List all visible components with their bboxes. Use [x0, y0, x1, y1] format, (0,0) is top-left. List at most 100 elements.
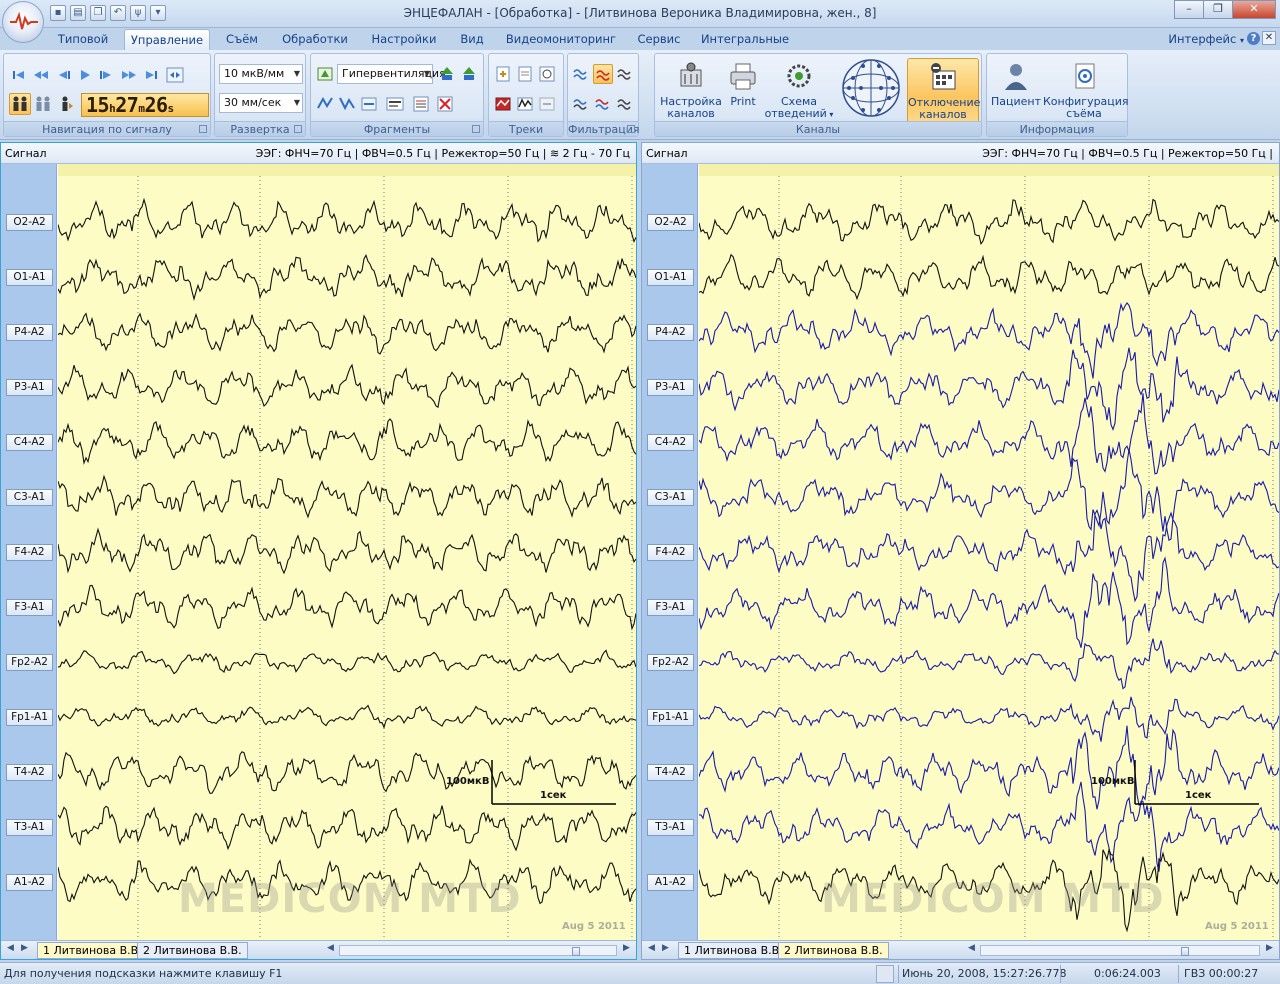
record-tab-1[interactable]: 1 Литвинова В.В. — [678, 942, 789, 959]
channel-label-o2-a2[interactable]: O2-A2 — [647, 214, 694, 231]
tab-control[interactable]: Управление — [124, 29, 210, 50]
group-persons-icon[interactable] — [9, 93, 31, 115]
arrow-right-icon[interactable]: ▶ — [21, 943, 28, 953]
goto-start-icon[interactable] — [9, 65, 29, 85]
electrode-map-button[interactable] — [839, 56, 903, 120]
filter-notch-icon[interactable] — [593, 94, 613, 114]
filter-highpass-icon[interactable] — [615, 64, 635, 84]
maximize-button[interactable]: ❐ — [1203, 0, 1233, 19]
channel-setup-button[interactable]: Настройка каналов — [659, 58, 723, 124]
tab-typical[interactable]: Типовой — [48, 29, 118, 50]
tab-integral[interactable]: Интегральные — [696, 29, 794, 50]
prev-fragment-icon[interactable] — [437, 64, 457, 84]
track-audio-icon[interactable] — [537, 64, 557, 84]
channel-label-fp1-a1[interactable]: Fp1-A1 — [6, 709, 53, 726]
next-fragment-icon[interactable] — [459, 64, 479, 84]
horizontal-scrollbar[interactable] — [339, 945, 617, 956]
close-button[interactable]: ✕ — [1232, 0, 1276, 19]
channel-label-o1-a1[interactable]: O1-A1 — [6, 269, 53, 286]
channel-label-c3-a1[interactable]: C3-A1 — [6, 489, 53, 506]
channel-label-f3-a1[interactable]: F3-A1 — [647, 599, 694, 616]
record-tab-2[interactable]: 2 Литвинова В.В. — [778, 942, 889, 959]
lead-scheme-button[interactable]: Схема отведений ▾ — [763, 58, 835, 124]
fragment-marker-icon[interactable] — [315, 64, 335, 84]
arrow-left-icon[interactable]: ◀ — [7, 943, 14, 953]
scrollbar-thumb[interactable] — [1181, 947, 1189, 956]
channel-label-p3-a1[interactable]: P3-A1 — [647, 379, 694, 396]
channel-label-fp1-a1[interactable]: Fp1-A1 — [647, 709, 694, 726]
channel-label-t3-a1[interactable]: T3-A1 — [647, 819, 694, 836]
print-button[interactable]: Print — [725, 58, 761, 124]
goto-end-icon[interactable] — [141, 65, 161, 85]
tab-recording[interactable]: Съём — [216, 29, 268, 50]
channel-label-f4-a2[interactable]: F4-A2 — [6, 544, 53, 561]
filter-band-icon[interactable] — [615, 94, 635, 114]
track-plot-icon[interactable] — [515, 94, 535, 114]
channel-label-c3-a1[interactable]: C3-A1 — [647, 489, 694, 506]
app-menu-button[interactable] — [2, 1, 44, 43]
sensitivity-select[interactable]: 10 мкВ/мм ▼ — [219, 64, 303, 84]
channel-label-o1-a1[interactable]: O1-A1 — [647, 269, 694, 286]
channel-label-fp2-a2[interactable]: Fp2-A2 — [647, 654, 694, 671]
dialog-launcher-icon[interactable] — [199, 125, 207, 133]
channel-label-t4-a2[interactable]: T4-A2 — [6, 764, 53, 781]
scroll-right-icon[interactable]: ▶ — [623, 943, 630, 953]
horizontal-scrollbar[interactable] — [980, 945, 1260, 956]
scrollbar-thumb[interactable] — [572, 947, 580, 956]
dialog-launcher-icon[interactable] — [294, 125, 302, 133]
channel-label-o2-a2[interactable]: O2-A2 — [6, 214, 53, 231]
fast-forward-icon[interactable] — [119, 65, 139, 85]
fragment-list-icon[interactable] — [411, 94, 431, 114]
patient-button[interactable]: Пациент — [991, 58, 1041, 124]
channel-label-p4-a2[interactable]: P4-A2 — [6, 324, 53, 341]
tab-settings[interactable]: Настройки — [364, 29, 444, 50]
channel-label-t4-a2[interactable]: T4-A2 — [647, 764, 694, 781]
filter-wave-icon[interactable] — [571, 64, 591, 84]
channel-label-a1-a2[interactable]: A1-A2 — [6, 874, 53, 891]
record-tab-1[interactable]: 1 Литвинова В.В. — [37, 942, 148, 959]
filter-lowpass-icon[interactable] — [571, 94, 591, 114]
minimize-button[interactable]: – — [1174, 0, 1204, 19]
record-tab-2[interactable]: 2 Литвинова В.В. — [137, 942, 248, 959]
step-backward-icon[interactable] — [53, 65, 73, 85]
channel-label-c4-a2[interactable]: C4-A2 — [6, 434, 53, 451]
tab-service[interactable]: Сервис — [630, 29, 688, 50]
tab-view[interactable]: Вид — [452, 29, 492, 50]
dialog-launcher-icon[interactable] — [472, 125, 480, 133]
recording-config-button[interactable]: Конфигурация съёма — [1043, 58, 1129, 124]
disable-channels-button[interactable]: Отключение каналов — [907, 58, 980, 124]
scroll-left-icon[interactable]: ◀ — [968, 943, 975, 953]
channel-label-p4-a2[interactable]: P4-A2 — [647, 324, 694, 341]
channel-label-f3-a1[interactable]: F3-A1 — [6, 599, 53, 616]
fragment-type-select[interactable]: Гипервентиляция ▼ — [337, 64, 446, 84]
eeg-plot-area[interactable]: 100мкВ 1сек MEDICOM MTD Aug 5 2011 — [699, 164, 1279, 942]
filter-active-icon[interactable] — [593, 64, 613, 84]
delete-fragment-icon[interactable] — [435, 94, 455, 114]
step-forward-icon[interactable] — [97, 65, 117, 85]
arrow-right-icon[interactable]: ▶ — [662, 943, 669, 953]
track-disabled-icon[interactable] — [537, 94, 557, 114]
ribbon-close-icon[interactable]: ✕ — [1262, 31, 1276, 45]
track-color-icon[interactable] — [493, 94, 513, 114]
scroll-left-icon[interactable]: ◀ — [327, 943, 334, 953]
channel-label-f4-a2[interactable]: F4-A2 — [647, 544, 694, 561]
speed-select[interactable]: 30 мм/сек ▼ — [219, 93, 303, 113]
help-icon[interactable]: ? — [1247, 32, 1260, 45]
single-person-icon[interactable] — [55, 94, 75, 114]
fragment-start-icon[interactable] — [315, 94, 335, 114]
play-icon[interactable] — [75, 65, 95, 85]
zoom-fit-icon[interactable] — [165, 65, 185, 85]
channel-label-c4-a2[interactable]: C4-A2 — [647, 434, 694, 451]
eeg-plot-area[interactable]: 100мкВ 1сек MEDICOM MTD Aug 5 2011 — [58, 164, 636, 942]
channel-label-a1-a2[interactable]: A1-A2 — [647, 874, 694, 891]
fragment-end-icon[interactable] — [337, 94, 357, 114]
interface-menu[interactable]: Интерфейс ▾ — [1168, 32, 1244, 46]
add-track-icon[interactable] — [493, 64, 513, 84]
fragment-range-icon[interactable] — [359, 94, 379, 114]
channel-label-p3-a1[interactable]: P3-A1 — [6, 379, 53, 396]
channel-label-fp2-a2[interactable]: Fp2-A2 — [6, 654, 53, 671]
arrow-left-icon[interactable]: ◀ — [648, 943, 655, 953]
dialog-launcher-icon[interactable] — [627, 125, 635, 133]
fast-backward-icon[interactable] — [31, 65, 51, 85]
tab-video-monitoring[interactable]: Видеомониторинг — [500, 29, 622, 50]
